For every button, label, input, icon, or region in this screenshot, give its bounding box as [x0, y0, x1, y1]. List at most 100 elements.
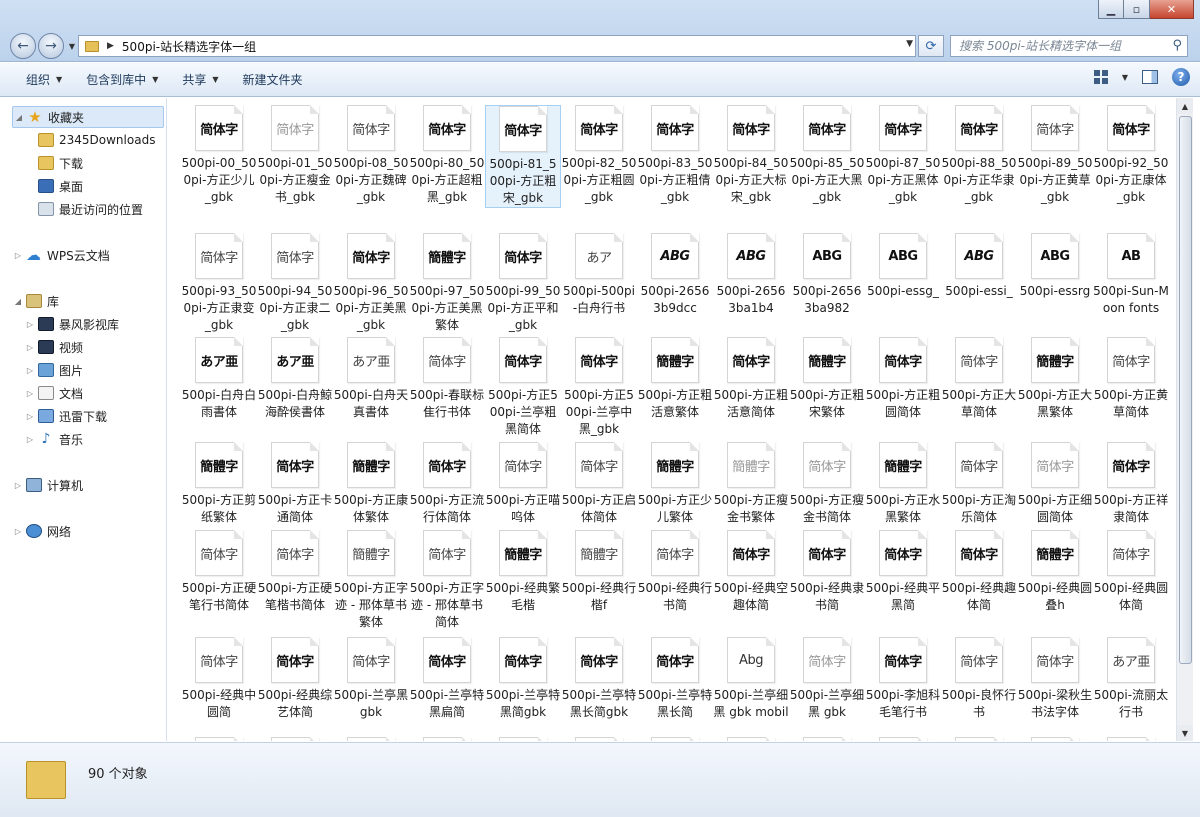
- file-item[interactable]: あア亜 500pi-流丽太行书: [1093, 637, 1169, 721]
- expand-icon[interactable]: ▷: [12, 251, 24, 260]
- file-item[interactable]: 简体字 500pi-方正细圆简体: [1017, 442, 1093, 526]
- collapse-icon[interactable]: ◢: [13, 113, 25, 122]
- expand-icon[interactable]: ▷: [24, 343, 36, 352]
- file-item[interactable]: 简体字 500pi-经典平黑简: [865, 530, 941, 614]
- sidebar-item-pictures[interactable]: ▷ 图片: [24, 359, 83, 381]
- file-item[interactable]: ABG 500pi-26563b9dcc: [637, 233, 713, 317]
- file-item-partial[interactable]: [713, 737, 789, 741]
- sidebar-item-desktop[interactable]: 桌面: [24, 175, 83, 197]
- search-input[interactable]: [959, 39, 1159, 53]
- file-item[interactable]: 簡體字 500pi-97_500pi-方正美黑繁体: [409, 233, 485, 334]
- expand-icon[interactable]: ▷: [24, 366, 36, 375]
- file-item[interactable]: 简体字 500pi-方正流行体简体: [409, 442, 485, 526]
- file-item-partial[interactable]: [1093, 737, 1169, 741]
- scroll-down-arrow-icon[interactable]: ▼: [1177, 725, 1193, 741]
- expand-icon[interactable]: ▷: [24, 320, 36, 329]
- file-item[interactable]: 简体字 500pi-88_500pi-方正华隶_gbk: [941, 105, 1017, 206]
- scroll-up-arrow-icon[interactable]: ▲: [1177, 98, 1193, 114]
- preview-pane-icon[interactable]: [1142, 70, 1158, 84]
- file-item[interactable]: ABG 500pi-essrg: [1017, 233, 1093, 300]
- file-item[interactable]: 簡體字 500pi-经典行楷f: [561, 530, 637, 614]
- back-button[interactable]: ←: [10, 33, 36, 59]
- refresh-button[interactable]: ⟳: [918, 35, 944, 57]
- maximize-button[interactable]: ▫: [1124, 0, 1150, 19]
- sidebar-item-videos[interactable]: ▷ 视频: [24, 336, 83, 358]
- file-item-partial[interactable]: [257, 737, 333, 741]
- chevron-down-icon[interactable]: ▼: [906, 39, 913, 49]
- file-item[interactable]: 简体字 500pi-李旭科毛笔行书: [865, 637, 941, 721]
- expand-icon[interactable]: ▷: [24, 412, 36, 421]
- include-in-library-button[interactable]: 包含到库中 ▼: [78, 68, 166, 92]
- search-icon[interactable]: ⚲: [1172, 38, 1182, 53]
- vertical-scrollbar[interactable]: ▲ ▼: [1176, 98, 1193, 741]
- sidebar-item-thunder[interactable]: ▷ 迅雷下载: [24, 405, 107, 427]
- file-item[interactable]: 简体字 500pi-兰亭特黑扁简: [409, 637, 485, 721]
- file-item[interactable]: あア 500pi-500pi-白舟行书: [561, 233, 637, 317]
- help-icon[interactable]: ?: [1172, 68, 1190, 86]
- recent-pages-dropdown[interactable]: ▼: [66, 42, 78, 51]
- address-path[interactable]: 500pi-站长精选字体一组: [122, 38, 256, 55]
- file-item[interactable]: 简体字 500pi-经典行书简: [637, 530, 713, 614]
- address-bar[interactable]: ▶ 500pi-站长精选字体一组 ▼: [78, 35, 916, 57]
- file-item[interactable]: Abg 500pi-兰亭细黑 gbk mobil: [713, 637, 789, 721]
- file-item[interactable]: 简体字 500pi-方正粗圆简体: [865, 337, 941, 421]
- file-item[interactable]: 簡體字 500pi-经典圆叠h: [1017, 530, 1093, 614]
- file-item[interactable]: 简体字 500pi-方正卡通简体: [257, 442, 333, 526]
- expand-icon[interactable]: ▷: [24, 435, 36, 444]
- file-item[interactable]: 简体字 500pi-兰亭特黑长简: [637, 637, 713, 721]
- file-item[interactable]: あア亜 500pi-白舟天真書体: [333, 337, 409, 421]
- expand-icon[interactable]: ▷: [12, 481, 24, 490]
- file-item[interactable]: 簡體字 500pi-方正水黑繁体: [865, 442, 941, 526]
- file-item[interactable]: 简体字 500pi-方正瘦金书简体: [789, 442, 865, 526]
- file-item[interactable]: 简体字 500pi-梁秋生书法字体: [1017, 637, 1093, 721]
- file-item[interactable]: 简体字 500pi-00_500pi-方正少儿_gbk: [181, 105, 257, 206]
- file-item[interactable]: 简体字 500pi-92_500pi-方正康体_gbk: [1093, 105, 1169, 206]
- file-item[interactable]: ABG 500pi-essg_: [865, 233, 941, 300]
- expand-icon[interactable]: ▷: [24, 389, 36, 398]
- file-item[interactable]: 简体字 500pi-方正硬笔行书简体: [181, 530, 257, 614]
- collapse-icon[interactable]: ◢: [12, 297, 24, 306]
- sidebar-item-computer[interactable]: ▷ 计算机: [12, 474, 83, 496]
- minimize-button[interactable]: ▁: [1098, 0, 1124, 19]
- file-item[interactable]: 简体字 500pi-经典中圆简: [181, 637, 257, 721]
- file-item[interactable]: 简体字 500pi-方正黄草简体: [1093, 337, 1169, 421]
- file-item-partial[interactable]: [1017, 737, 1093, 741]
- file-item[interactable]: 簡體字 500pi-方正粗活意繁体: [637, 337, 713, 421]
- file-item-partial[interactable]: [941, 737, 1017, 741]
- search-box[interactable]: ⚲: [950, 35, 1188, 57]
- file-item[interactable]: 簡體字 500pi-方正少儿繁体: [637, 442, 713, 526]
- file-item[interactable]: 简体字 500pi-兰亭黑 gbk: [333, 637, 409, 721]
- file-item[interactable]: 简体字 500pi-82_500pi-方正粗圆_gbk: [561, 105, 637, 206]
- file-item[interactable]: 简体字 500pi-方正500pi-兰亭中黑_gbk: [561, 337, 637, 438]
- sidebar-item-music[interactable]: ▷ ♪ 音乐: [24, 428, 83, 450]
- file-item[interactable]: 簡體字 500pi-方正康体繁体: [333, 442, 409, 526]
- file-item[interactable]: 简体字 500pi-08_500pi-方正魏碑_gbk: [333, 105, 409, 206]
- file-item[interactable]: 简体字 500pi-兰亭特黑简gbk: [485, 637, 561, 721]
- file-item[interactable]: 简体字 500pi-方正大草简体: [941, 337, 1017, 421]
- file-item[interactable]: 简体字 500pi-96_500pi-方正美黑_gbk: [333, 233, 409, 334]
- close-button[interactable]: ✕: [1150, 0, 1194, 19]
- file-item[interactable]: 简体字 500pi-99_500pi-方正平和_gbk: [485, 233, 561, 334]
- scroll-thumb[interactable]: [1179, 116, 1192, 664]
- sidebar-item-wps-cloud[interactable]: ▷ ☁ WPS云文档: [12, 244, 110, 266]
- file-item[interactable]: 简体字 500pi-83_500pi-方正粗倩_gbk: [637, 105, 713, 206]
- file-item[interactable]: 简体字 500pi-经典隶书简: [789, 530, 865, 614]
- file-item[interactable]: 简体字 500pi-方正淘乐简体: [941, 442, 1017, 526]
- file-item-partial[interactable]: [561, 737, 637, 741]
- file-item-partial[interactable]: [865, 737, 941, 741]
- file-item[interactable]: 简体字 500pi-方正粗活意简体: [713, 337, 789, 421]
- file-item-partial[interactable]: [789, 737, 865, 741]
- file-item[interactable]: 簡體字 500pi-方正粗宋繁体: [789, 337, 865, 421]
- file-item[interactable]: 简体字 500pi-经典空趣体简: [713, 530, 789, 614]
- file-item[interactable]: ABG 500pi-26563ba982: [789, 233, 865, 317]
- new-folder-button[interactable]: 新建文件夹: [235, 68, 311, 92]
- file-item[interactable]: ABG 500pi-essi_: [941, 233, 1017, 300]
- sidebar-item-recent-places[interactable]: 最近访问的位置: [24, 198, 143, 220]
- file-item[interactable]: 简体字 500pi-兰亭细黑 gbk: [789, 637, 865, 721]
- view-options-dropdown[interactable]: ▼: [1122, 73, 1128, 82]
- file-item[interactable]: 简体字 500pi-方正祥隶简体: [1093, 442, 1169, 526]
- file-item[interactable]: 简体字 500pi-87_500pi-方正黑体_gbk: [865, 105, 941, 206]
- file-item[interactable]: 简体字 500pi-81_500pi-方正粗宋_gbk: [485, 105, 561, 208]
- share-button[interactable]: 共享 ▼: [174, 68, 226, 92]
- sidebar-item-2345downloads[interactable]: 2345Downloads: [24, 129, 155, 151]
